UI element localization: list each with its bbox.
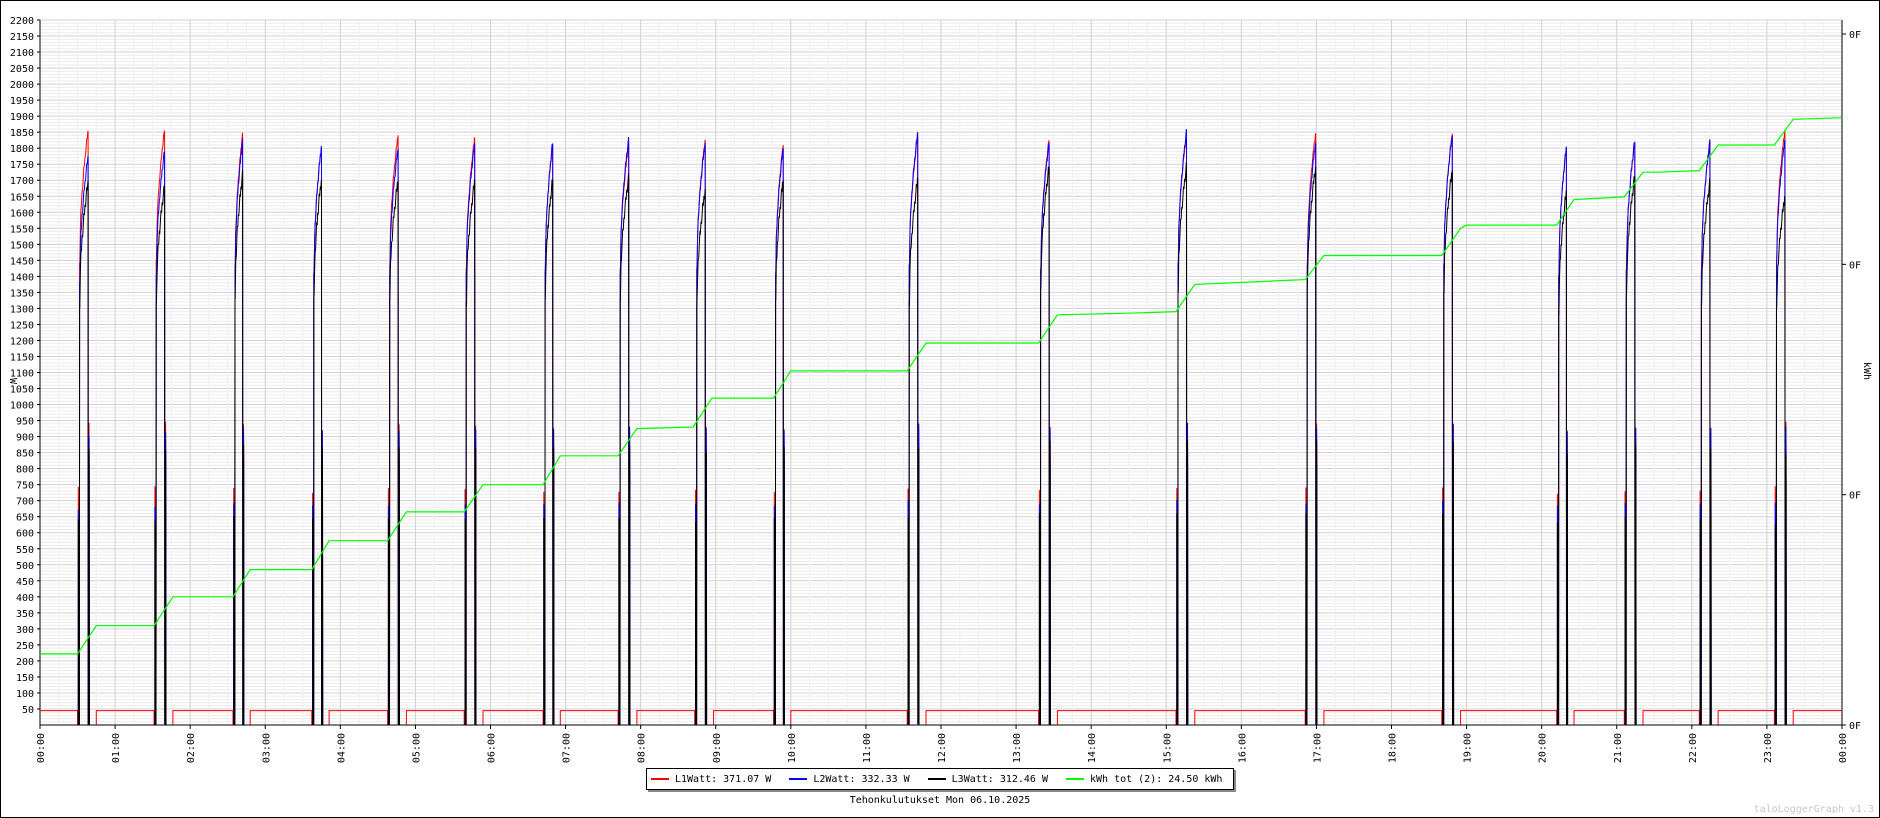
x-tick-label: 00:00 [1838, 733, 1849, 763]
y-tick-label: 1450 [10, 256, 34, 267]
y-tick-label: 1500 [10, 240, 34, 251]
right-tick-label: 0F [1849, 491, 1861, 502]
grid-lines [40, 19, 1842, 725]
x-tick-label: 00:00 [36, 733, 47, 763]
power-consumption-chart: 50 100 150 200 250 300 350 400 450 500 550 600 650 70… [7, 16, 1872, 763]
legend-swatch-l3 [927, 778, 946, 780]
y-tick-label: 600 [16, 529, 34, 540]
legend-swatch-l1 [651, 778, 669, 780]
x-tick-label: 01:00 [111, 733, 122, 763]
y-tick-label: 650 [16, 513, 34, 524]
y-tick-label: 1800 [10, 144, 34, 155]
x-tick-label: 07:00 [562, 733, 573, 763]
y-tick-label: 1600 [10, 208, 34, 219]
y-tick-label: 850 [16, 449, 34, 460]
legend-item-l1: L1Watt: 371.07 W [651, 774, 771, 785]
y-tick-label: 100 [16, 689, 34, 700]
legend-item-kwh: kWh tot (2): 24.50 kWh [1065, 773, 1223, 785]
x-tick-label: 09:00 [712, 733, 723, 763]
y-tick-label: 300 [16, 625, 34, 636]
y-tick-label: 1350 [10, 288, 34, 299]
x-tick-label: 20:00 [1538, 733, 1549, 763]
y-tick-label: 1250 [10, 320, 34, 331]
y-tick-label: 950 [16, 417, 34, 428]
y-tick-label: 550 [16, 545, 34, 556]
y-tick-label: 750 [16, 481, 34, 492]
y-tick-label: 50 [22, 705, 34, 716]
chart-caption: Tehonkulutukset Mon 06.10.2025 [849, 795, 1031, 806]
y-tick-label: 500 [16, 561, 34, 572]
watermark: taloLoggerGraph v1.3 [1753, 804, 1874, 815]
x-tick-label: 11:00 [862, 733, 873, 763]
x-tick-label: 16:00 [1237, 733, 1248, 763]
x-tick-label: 08:00 [637, 733, 648, 763]
legend-label-kwh: kWh tot (2): 24.50 kWh [1089, 773, 1223, 785]
right-tick-label: 0F [1849, 721, 1861, 732]
x-tick-label: 06:00 [487, 733, 498, 763]
y-tick-label: 1850 [10, 128, 34, 139]
y-tick-label: 1900 [10, 112, 34, 123]
y-tick-label: 1400 [10, 272, 34, 283]
legend-item-l2: L2Watt: 332.33 W [789, 773, 910, 785]
x-tick-label: 17:00 [1312, 733, 1323, 763]
y-axis-label-right: kWh [1861, 362, 1872, 380]
y-tick-label: 250 [16, 641, 34, 652]
y-axis-label-left: W [7, 378, 18, 385]
y-tick-label: 1700 [10, 176, 34, 187]
y-tick-label: 1950 [10, 96, 34, 107]
y-tick-label: 2050 [10, 64, 34, 75]
y-tick-label: 2150 [10, 32, 34, 43]
y-tick-label: 1200 [10, 336, 34, 347]
y-tick-label: 1300 [10, 304, 34, 315]
y-tick-labels: 50 100 150 200 250 300 350 400 450 500 550 600 650 70… [10, 16, 40, 716]
legend-label-l1: L1Watt: 371.07 W [675, 773, 772, 785]
x-tick-label: 18:00 [1388, 733, 1399, 763]
x-tick-label: 10:00 [787, 733, 798, 763]
x-tick-label: 12:00 [937, 733, 948, 763]
y-tick-label: 2000 [10, 80, 34, 91]
y-tick-label: 200 [16, 657, 34, 668]
x-tick-label: 15:00 [1162, 733, 1173, 763]
y-tick-label: 150 [16, 673, 34, 684]
y-tick-label: 700 [16, 497, 34, 508]
legend-label-l2: L2Watt: 332.33 W [813, 773, 910, 785]
y-tick-label: 1550 [10, 224, 34, 235]
x-tick-label: 13:00 [1012, 733, 1023, 763]
legend-label-l3: L3Watt: 312.46 W [951, 773, 1048, 785]
right-tick-labels: 0F 0F 0F 0F [1842, 30, 1861, 732]
legend-swatch-kwh [1065, 778, 1084, 780]
legend: L1Watt: 371.07 W L2Watt: 332.33 W L3Watt… [646, 768, 1234, 790]
right-tick-label: 0F [1849, 260, 1861, 271]
y-tick-label: 800 [16, 465, 34, 476]
legend-swatch-l2 [789, 778, 808, 780]
x-tick-label: 05:00 [411, 733, 422, 763]
y-tick-label: 1150 [10, 352, 34, 363]
x-tick-label: 22:00 [1688, 733, 1699, 763]
y-tick-label: 900 [16, 433, 34, 444]
x-tick-label: 23:00 [1763, 733, 1774, 763]
x-tick-label: 04:00 [336, 733, 347, 763]
x-tick-label: 02:00 [186, 733, 197, 763]
y-tick-label: 1750 [10, 160, 34, 171]
y-tick-label: 350 [16, 609, 34, 620]
y-tick-label: 400 [16, 593, 34, 604]
x-tick-label: 21:00 [1613, 733, 1624, 763]
y-tick-label: 1050 [10, 385, 34, 396]
x-tick-labels: 00:00 01:00 02:00 03:00 04:00 05:00 06:00 07:00… [36, 725, 1849, 763]
y-tick-label: 2200 [10, 16, 34, 27]
y-tick-label: 2100 [10, 48, 34, 59]
x-tick-label: 14:00 [1087, 733, 1098, 763]
y-tick-label: 450 [16, 577, 34, 588]
legend-item-l3: L3Watt: 312.46 W [927, 773, 1048, 785]
x-tick-label: 19:00 [1463, 733, 1474, 763]
x-tick-label: 03:00 [261, 733, 272, 763]
right-tick-label: 0F [1849, 30, 1861, 41]
y-tick-label: 1000 [10, 401, 34, 412]
y-tick-label: 1650 [10, 192, 34, 203]
